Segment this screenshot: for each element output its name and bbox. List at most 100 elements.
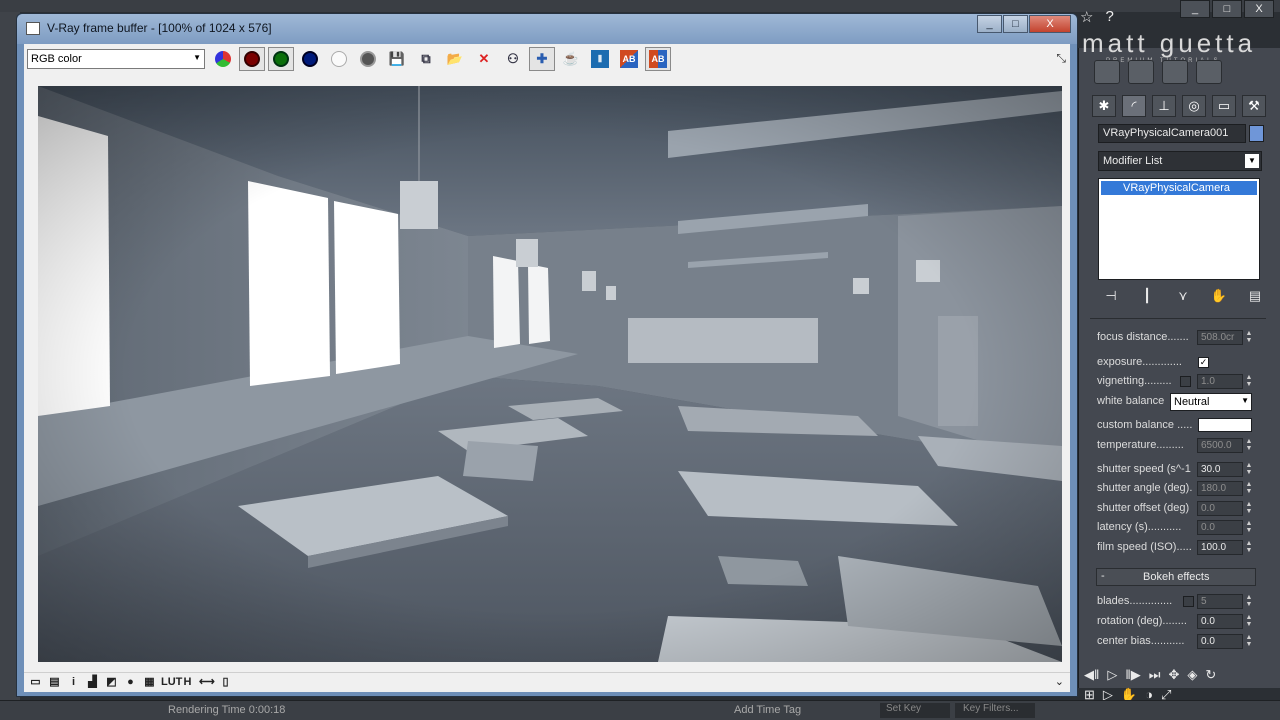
- render-history-icon[interactable]: ▤: [47, 675, 62, 690]
- rendered-frame-window-icon[interactable]: [1128, 60, 1154, 84]
- info-icon[interactable]: i: [66, 675, 81, 690]
- shutter-offset-input[interactable]: 0.0: [1197, 501, 1243, 516]
- view-green-button[interactable]: [268, 47, 294, 71]
- save-image-button[interactable]: 💾: [384, 47, 410, 71]
- view-blue-button[interactable]: [297, 47, 323, 71]
- hierarchy-tab-icon[interactable]: ⊥: [1152, 95, 1176, 117]
- exposure-checkbox[interactable]: ✓: [1198, 357, 1209, 368]
- view-alpha-button[interactable]: [326, 47, 352, 71]
- spinner-icon[interactable]: ▲ ▼: [1244, 438, 1254, 453]
- max-minimize-button[interactable]: _: [1180, 0, 1210, 18]
- vfb-close-button[interactable]: X: [1029, 15, 1071, 33]
- ab-compare-vertical-button[interactable]: AB: [645, 47, 671, 71]
- spinner-icon[interactable]: ▲ ▼: [1244, 330, 1254, 345]
- spinner-icon[interactable]: ▲ ▼: [1244, 594, 1254, 609]
- rotation-input[interactable]: 0.0: [1197, 614, 1243, 629]
- spinner-icon[interactable]: ▲ ▼: [1244, 520, 1254, 535]
- pixel-aspect-icon[interactable]: ▯: [218, 675, 233, 690]
- focus-distance-input[interactable]: 508.0cr: [1197, 330, 1243, 345]
- green-channel-icon: [273, 51, 289, 67]
- blades-input[interactable]: 5: [1197, 594, 1243, 609]
- vignetting-checkbox[interactable]: [1180, 376, 1191, 387]
- levels-adjust-icon[interactable]: ▟: [85, 675, 100, 690]
- pan-icon[interactable]: ✥: [1168, 667, 1179, 683]
- bokeh-effects-rollout[interactable]: - Bokeh effects: [1096, 568, 1256, 586]
- custom-balance-swatch[interactable]: [1198, 418, 1252, 432]
- modifier-list-dropdown[interactable]: Modifier List ▼: [1098, 151, 1262, 171]
- play-icon[interactable]: ▷: [1107, 667, 1117, 683]
- spinner-icon[interactable]: ▲ ▼: [1244, 374, 1254, 389]
- white-balance-dropdown[interactable]: Neutral ▼: [1170, 393, 1252, 411]
- spinner-icon[interactable]: ▲ ▼: [1244, 614, 1254, 629]
- latency-input[interactable]: 0.0: [1197, 520, 1243, 535]
- region-render-button[interactable]: ✚: [529, 47, 555, 71]
- color-clamp-icon[interactable]: ⟷: [199, 675, 215, 690]
- curve-icon[interactable]: ◩: [104, 675, 119, 690]
- remove-modifier-icon[interactable]: ✋: [1206, 286, 1232, 306]
- histogram-icon[interactable]: H: [180, 675, 195, 690]
- max-help-icons: ☆ ?: [1080, 8, 1114, 26]
- orbit-icon[interactable]: ◈: [1187, 667, 1197, 683]
- shutter-speed-input[interactable]: 30.0: [1197, 462, 1243, 477]
- spinner-icon[interactable]: ▲ ▼: [1244, 462, 1254, 477]
- lut-icon[interactable]: LUT: [161, 675, 182, 690]
- help-icon[interactable]: ?: [1105, 8, 1113, 26]
- load-image-button[interactable]: 📂: [442, 47, 468, 71]
- set-key-button[interactable]: Set Key: [880, 703, 950, 718]
- key-filters-button[interactable]: Key Filters...: [955, 703, 1035, 718]
- expand-chevron-icon[interactable]: ⌄: [1055, 675, 1064, 688]
- chevron-down-icon: ▼: [193, 53, 201, 62]
- utilities-tab-icon[interactable]: ⚒: [1242, 95, 1266, 117]
- rotate-icon[interactable]: ↻: [1205, 667, 1216, 683]
- goto-end-icon[interactable]: ⏭: [1149, 667, 1161, 683]
- prev-frame-icon[interactable]: ◀‖: [1084, 667, 1099, 683]
- render-teapot-icon[interactable]: [1162, 60, 1188, 84]
- link-icon[interactable]: ⤡: [1056, 51, 1066, 66]
- shutter-angle-input[interactable]: 180.0: [1197, 481, 1243, 496]
- render-setup-icon[interactable]: [1094, 60, 1120, 84]
- clear-image-button[interactable]: ✕: [471, 47, 497, 71]
- track-mouse-button[interactable]: ⚇: [500, 47, 526, 71]
- spinner-icon[interactable]: ▲ ▼: [1244, 634, 1254, 649]
- object-name-field[interactable]: VRayPhysicalCamera001: [1098, 124, 1246, 143]
- color-corrections-button[interactable]: ⦀: [587, 47, 613, 71]
- favorites-star-icon[interactable]: ☆: [1080, 8, 1093, 26]
- vfb-minimize-button[interactable]: _: [977, 15, 1002, 33]
- center-bias-input[interactable]: 0.0: [1197, 634, 1243, 649]
- view-mono-button[interactable]: [355, 47, 381, 71]
- view-rgb-button[interactable]: [210, 47, 236, 71]
- spinner-icon[interactable]: ▲ ▼: [1244, 501, 1254, 516]
- spinner-icon[interactable]: ▲ ▼: [1244, 481, 1254, 496]
- ab-compare-horizontal-button[interactable]: AB: [616, 47, 642, 71]
- temperature-input[interactable]: 6500.0: [1197, 438, 1243, 453]
- render-last-button[interactable]: ☕: [558, 47, 584, 71]
- save-all-button[interactable]: ⧉: [413, 47, 439, 71]
- add-time-tag-button[interactable]: Add Time Tag: [734, 704, 801, 716]
- modify-tab-icon[interactable]: ◜: [1122, 95, 1146, 117]
- channel-dropdown[interactable]: RGB color ▼: [27, 49, 205, 69]
- film-speed-input[interactable]: 100.0: [1197, 540, 1243, 555]
- vfb-title-bar[interactable]: V-Ray frame buffer - [100% of 1024 x 576…: [17, 14, 1077, 44]
- motion-tab-icon[interactable]: ◎: [1182, 95, 1206, 117]
- exposure-icon[interactable]: ●: [123, 675, 138, 690]
- configure-modifier-sets-icon[interactable]: ▤: [1242, 286, 1268, 306]
- spinner-icon[interactable]: ▲ ▼: [1244, 540, 1254, 555]
- view-red-button[interactable]: [239, 47, 265, 71]
- vignetting-input[interactable]: 1.0: [1197, 374, 1243, 389]
- next-frame-icon[interactable]: ‖▶: [1125, 667, 1140, 683]
- blades-checkbox[interactable]: [1183, 596, 1194, 607]
- show-settings-icon[interactable]: ▭: [28, 675, 43, 690]
- max-close-button[interactable]: X: [1244, 0, 1274, 18]
- pin-stack-icon[interactable]: ⊣: [1098, 286, 1124, 306]
- stack-item-vrayphysicalcamera[interactable]: VRayPhysicalCamera: [1101, 181, 1257, 195]
- create-tab-icon[interactable]: ✱: [1092, 95, 1116, 117]
- modifier-list-label: Modifier List: [1103, 155, 1163, 167]
- max-maximize-button[interactable]: □: [1212, 0, 1242, 18]
- make-unique-icon[interactable]: ⋎: [1170, 286, 1196, 306]
- render-active-icon[interactable]: [1196, 60, 1222, 84]
- object-color-swatch[interactable]: [1249, 125, 1264, 142]
- lens-effects-icon[interactable]: ▦: [142, 675, 157, 690]
- show-end-result-icon[interactable]: ┃: [1134, 286, 1160, 306]
- vfb-maximize-button[interactable]: □: [1003, 15, 1028, 33]
- display-tab-icon[interactable]: ▭: [1212, 95, 1236, 117]
